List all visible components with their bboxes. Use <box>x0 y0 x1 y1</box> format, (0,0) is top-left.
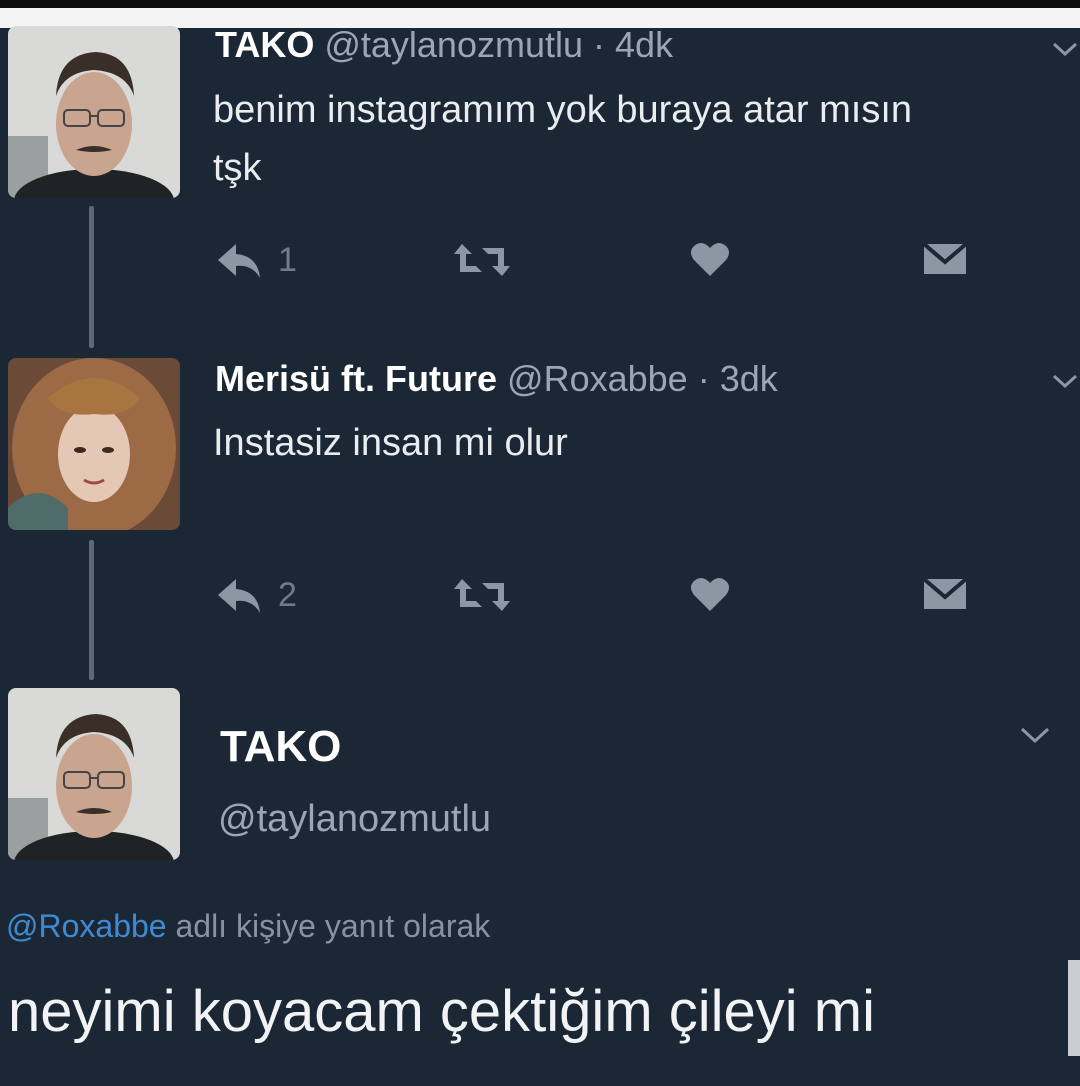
tweet-author[interactable]: TAKO @taylanozmutlu · 4dk <box>215 24 673 66</box>
like-button[interactable] <box>690 575 730 613</box>
focused-tweet-text: neyimi koyacam çektiğim çileyi mi <box>8 979 875 1044</box>
heart-icon <box>691 577 729 611</box>
avatar-woman-image <box>8 358 180 530</box>
reply-to-label: adlı kişiye yanıt olarak <box>166 908 491 944</box>
author-handle[interactable]: @taylanozmutlu <box>324 24 583 65</box>
avatar-man-image <box>8 26 180 198</box>
author-name[interactable]: Merisü ft. Future <box>215 358 497 399</box>
reply-button[interactable]: 2 <box>214 573 297 617</box>
avatar-man-image <box>8 688 180 860</box>
retweet-button[interactable] <box>452 240 512 280</box>
envelope-icon <box>922 577 968 609</box>
tweet-text-line2: tşk <box>213 147 262 189</box>
thread-line <box>89 540 94 680</box>
reply-button[interactable]: 1 <box>214 238 297 282</box>
reply-count: 2 <box>278 575 297 614</box>
avatar-tako[interactable] <box>8 26 180 198</box>
text-cursor <box>1068 960 1080 1056</box>
chevron-down-icon[interactable] <box>1018 724 1052 748</box>
author-handle[interactable]: @Roxabbe <box>507 358 688 399</box>
tweet-text: Instasiz insan mi olur <box>213 422 568 464</box>
author-name[interactable]: TAKO <box>215 24 314 65</box>
chevron-down-icon[interactable] <box>1050 40 1080 60</box>
focused-author-name[interactable]: TAKO <box>220 722 341 772</box>
top-bar <box>0 0 1080 8</box>
heart-icon <box>691 242 729 276</box>
avatar-tako[interactable] <box>8 688 180 860</box>
reply-count: 1 <box>278 240 297 279</box>
retweet-button[interactable] <box>452 575 512 615</box>
avatar-merisu[interactable] <box>8 358 180 530</box>
chevron-down-icon[interactable] <box>1050 372 1080 392</box>
thread-line <box>89 206 94 348</box>
tweet-text: benim instagramım yok buraya atar mısın <box>213 89 913 131</box>
retweet-icon <box>454 579 510 611</box>
tweet-time[interactable]: · 4dk <box>593 24 673 65</box>
tweet-author[interactable]: Merisü ft. Future @Roxabbe · 3dk <box>215 358 778 400</box>
tweet-time[interactable]: · 3dk <box>698 358 778 399</box>
reply-to-link[interactable]: @Roxabbe <box>6 908 167 944</box>
reply-context: @Roxabbe adlı kişiye yanıt olarak <box>6 908 490 945</box>
retweet-icon <box>454 244 510 276</box>
dm-button[interactable] <box>922 575 968 613</box>
reply-icon <box>218 244 260 278</box>
reply-icon <box>218 579 260 613</box>
envelope-icon <box>922 242 968 274</box>
focused-author-handle[interactable]: @taylanozmutlu <box>218 798 491 841</box>
like-button[interactable] <box>690 240 730 278</box>
dm-button[interactable] <box>922 240 968 278</box>
